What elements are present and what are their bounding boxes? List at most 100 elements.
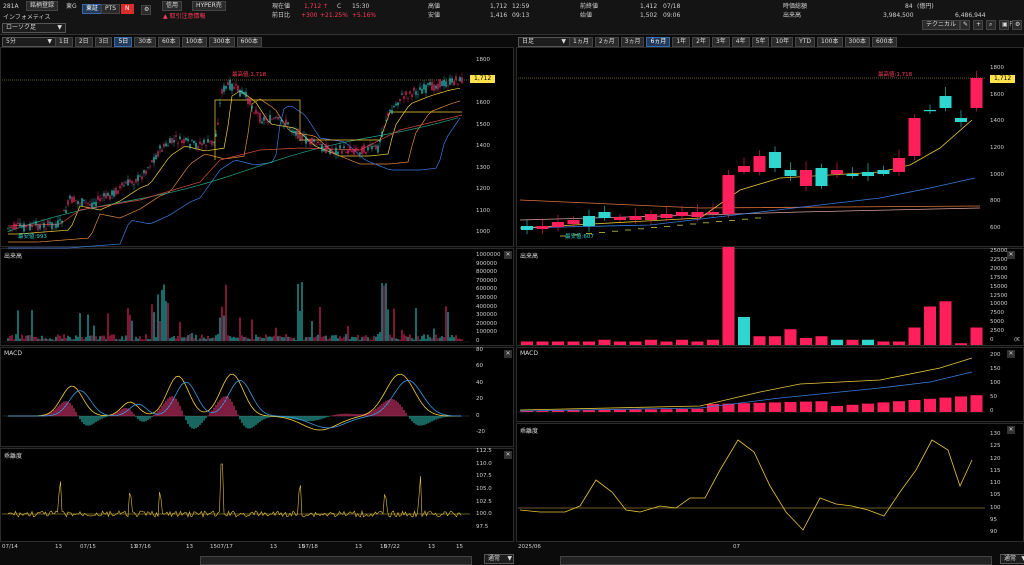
intraday-volume-bar: [160, 321, 161, 341]
intraday-volume-bar: [238, 338, 239, 341]
right-volume-tick: 22500: [990, 257, 1008, 263]
macd-histogram-bar: [195, 416, 196, 428]
left-volume-tick: 400000: [476, 304, 497, 310]
intraday-volume-bar: [462, 339, 463, 341]
daily-candle: [707, 212, 719, 214]
daily-volume-bar: [738, 317, 750, 345]
daily-candle: [661, 214, 673, 218]
macd-histogram-bar: [157, 411, 158, 416]
intraday-candle: [437, 84, 438, 90]
daily-macd-bar: [816, 401, 828, 412]
intraday-candle: [371, 146, 372, 149]
daily-candle: [800, 170, 812, 186]
daily-volume-bar: [583, 342, 595, 346]
intraday-volume-bar: [390, 335, 391, 341]
intraday-volume-bar: [294, 338, 295, 341]
daily-volume-bar: [862, 340, 874, 345]
intraday-candle: [221, 89, 222, 94]
left-x-tick: 07/17: [217, 544, 233, 550]
macd-histogram-bar: [327, 416, 328, 417]
macd-histogram-bar: [83, 416, 84, 424]
intraday-candle: [443, 80, 444, 86]
macd-histogram-bar: [175, 399, 176, 417]
intraday-candle: [287, 122, 288, 124]
intraday-volume-bar: [36, 337, 37, 341]
intraday-candle: [257, 112, 258, 113]
macd-histogram-bar: [101, 416, 102, 419]
macd-histogram-bar: [253, 416, 254, 426]
daily-candle: [552, 222, 564, 227]
intraday-volume-bar: [176, 338, 177, 341]
intraday-volume-bar: [104, 336, 105, 341]
macd-histogram-bar: [131, 412, 132, 417]
left-x-tick: 15: [210, 544, 217, 550]
intraday-candle: [161, 150, 162, 152]
intraday-candle: [33, 222, 34, 223]
macd-histogram-bar: [223, 396, 224, 416]
intraday-volume-bar: [144, 340, 145, 341]
intraday-candle: [455, 76, 456, 80]
right-dev-tick: 120: [990, 456, 1001, 462]
intraday-candle: [49, 222, 50, 224]
intraday-volume-bar: [100, 336, 101, 341]
intraday-volume-bar: [284, 337, 285, 341]
intraday-volume-bar: [170, 338, 171, 341]
intraday-candle: [279, 117, 280, 118]
intraday-volume-bar: [338, 338, 339, 341]
daily-volume-bar: [971, 328, 983, 346]
macd-histogram-bar: [185, 416, 186, 420]
left-x-tick: 13: [186, 544, 193, 550]
intraday-candle: [367, 147, 368, 150]
daily-macd-bar: [692, 409, 704, 412]
daily-macd-bar: [785, 402, 797, 412]
left-volume-tick: 700000: [476, 278, 497, 284]
intraday-volume-bar: [422, 336, 423, 341]
intraday-volume-bar: [54, 340, 55, 341]
intraday-candle: [41, 223, 42, 224]
intraday-candle: [69, 196, 70, 199]
intraday-candle: [363, 145, 364, 153]
intraday-candle: [15, 224, 16, 229]
intraday-volume-bar: [326, 336, 327, 341]
macd-histogram-bar: [203, 416, 204, 421]
intraday-candle: [377, 146, 378, 153]
left-volume-tick: 200000: [476, 321, 497, 327]
intraday-candle: [165, 143, 166, 146]
macd-histogram-bar: [419, 416, 420, 426]
intraday-volume-bar: [382, 283, 383, 341]
intraday-candle: [311, 138, 312, 145]
macd-histogram-bar: [105, 416, 106, 417]
intraday-volume-bar: [128, 308, 129, 341]
intraday-candle: [401, 94, 402, 95]
macd-histogram-bar: [147, 416, 148, 420]
daily-macd-bar: [878, 402, 890, 412]
intraday-candle: [319, 144, 320, 145]
intraday-volume-bar: [22, 335, 23, 341]
intraday-volume-bar: [276, 328, 277, 341]
right-volume-tick: 7500: [990, 310, 1004, 316]
macd-histogram-bar: [393, 399, 394, 416]
macd-histogram-bar: [399, 404, 400, 416]
daily-volume-bar: [537, 342, 549, 346]
intraday-candle: [355, 148, 356, 152]
left-dev-tick: 100.0: [476, 511, 492, 517]
intraday-volume-bar: [384, 286, 385, 341]
daily-candle: [723, 175, 735, 214]
daily-macd-bar: [661, 409, 673, 412]
macd-histogram-bar: [403, 410, 404, 416]
intraday-volume-bar: [352, 337, 353, 341]
intraday-candle: [337, 152, 338, 155]
intraday-volume-bar: [302, 282, 303, 341]
macd-histogram-bar: [389, 399, 390, 416]
intraday-volume-bar: [52, 339, 53, 341]
intraday-candle: [243, 92, 244, 94]
intraday-candle: [365, 152, 366, 154]
intraday-candle: [91, 203, 92, 208]
intraday-candle: [321, 144, 322, 151]
intraday-candle: [361, 147, 362, 155]
daily-macd-bar: [583, 410, 595, 412]
intraday-volume-bar: [296, 340, 297, 341]
intraday-volume-bar: [210, 339, 211, 341]
intraday-volume-bar: [196, 335, 197, 341]
left-x-tick: 15: [456, 544, 463, 550]
